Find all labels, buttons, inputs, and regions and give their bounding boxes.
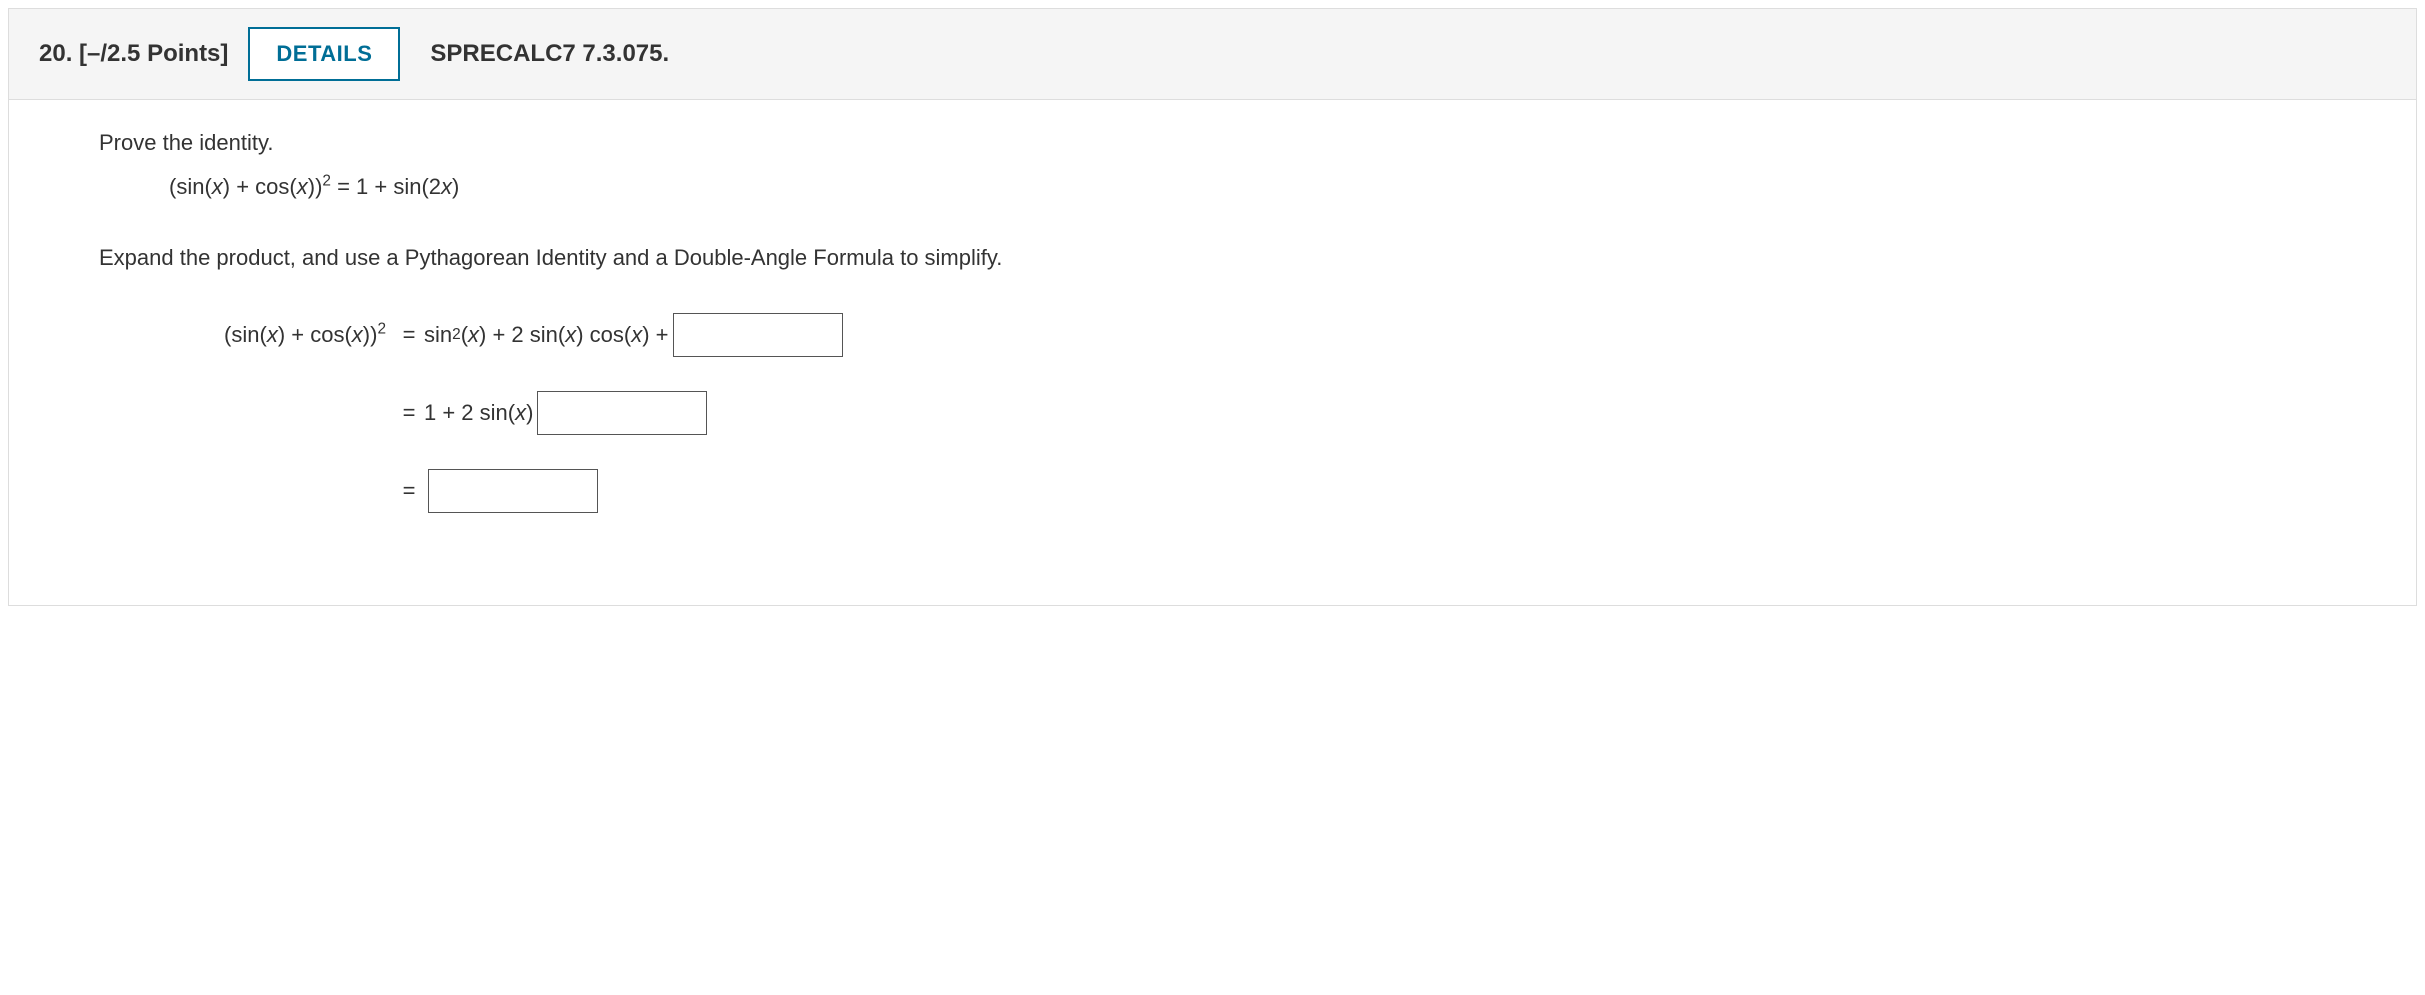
row3-rhs [424, 469, 598, 513]
lhs-part: ) + cos( [278, 322, 352, 347]
var-x: x [631, 322, 642, 348]
identity-part: ) + cos( [223, 174, 297, 199]
work-row-2: = 1 + 2 sin(x) [184, 389, 2326, 437]
var-x: x [267, 322, 278, 347]
answer-input-3[interactable] [428, 469, 598, 513]
row2-rhs: 1 + 2 sin(x) [424, 391, 707, 435]
question-reference: SPRECALC7 7.3.075. [430, 40, 669, 68]
lhs-part: (sin( [224, 322, 267, 347]
instructions-text: Expand the product, and use a Pythagorea… [99, 245, 2326, 271]
prompt-text: Prove the identity. [99, 130, 2326, 156]
equals-sign: = [394, 400, 424, 426]
rhs-part: ( [461, 322, 468, 348]
superscript-2: 2 [377, 321, 386, 338]
identity-part: (sin( [169, 174, 212, 199]
work-row-1: (sin(x) + cos(x))2 = sin2(x) + 2 sin(x) … [184, 311, 2326, 359]
row1-lhs: (sin(x) + cos(x))2 [184, 322, 394, 348]
rhs-part: ) cos( [576, 322, 631, 348]
rhs-part: 1 + 2 sin( [424, 400, 515, 426]
answer-input-2[interactable] [537, 391, 707, 435]
rhs-part: ) [526, 400, 533, 426]
lhs-part: )) [363, 322, 378, 347]
var-x: x [515, 400, 526, 426]
question-number-points: 20. [–/2.5 Points] [39, 40, 228, 68]
equals-sign: = [394, 322, 424, 348]
identity-part: ) [452, 174, 459, 199]
var-x: x [468, 322, 479, 348]
answer-input-1[interactable] [673, 313, 843, 357]
work-area: (sin(x) + cos(x))2 = sin2(x) + 2 sin(x) … [184, 311, 2326, 515]
var-x: x [441, 174, 452, 199]
rhs-part: ) + [642, 322, 668, 348]
rhs-part: ) + 2 sin( [479, 322, 565, 348]
question-container: 20. [–/2.5 Points] DETAILS SPRECALC7 7.3… [8, 8, 2417, 606]
var-x: x [352, 322, 363, 347]
identity-equation: (sin(x) + cos(x))2 = 1 + sin(2x) [169, 174, 2326, 200]
var-x: x [297, 174, 308, 199]
question-header: 20. [–/2.5 Points] DETAILS SPRECALC7 7.3… [9, 9, 2416, 100]
rhs-part: sin [424, 322, 452, 348]
question-body: Prove the identity. (sin(x) + cos(x))2 =… [9, 100, 2416, 605]
identity-part: )) [308, 174, 323, 199]
identity-part: = 1 + sin(2 [331, 174, 441, 199]
equals-sign: = [394, 478, 424, 504]
details-button[interactable]: DETAILS [248, 27, 400, 81]
var-x: x [565, 322, 576, 348]
row1-rhs: sin2(x) + 2 sin(x) cos(x) + [424, 313, 843, 357]
superscript-2: 2 [322, 173, 331, 190]
var-x: x [212, 174, 223, 199]
work-row-3: = [184, 467, 2326, 515]
